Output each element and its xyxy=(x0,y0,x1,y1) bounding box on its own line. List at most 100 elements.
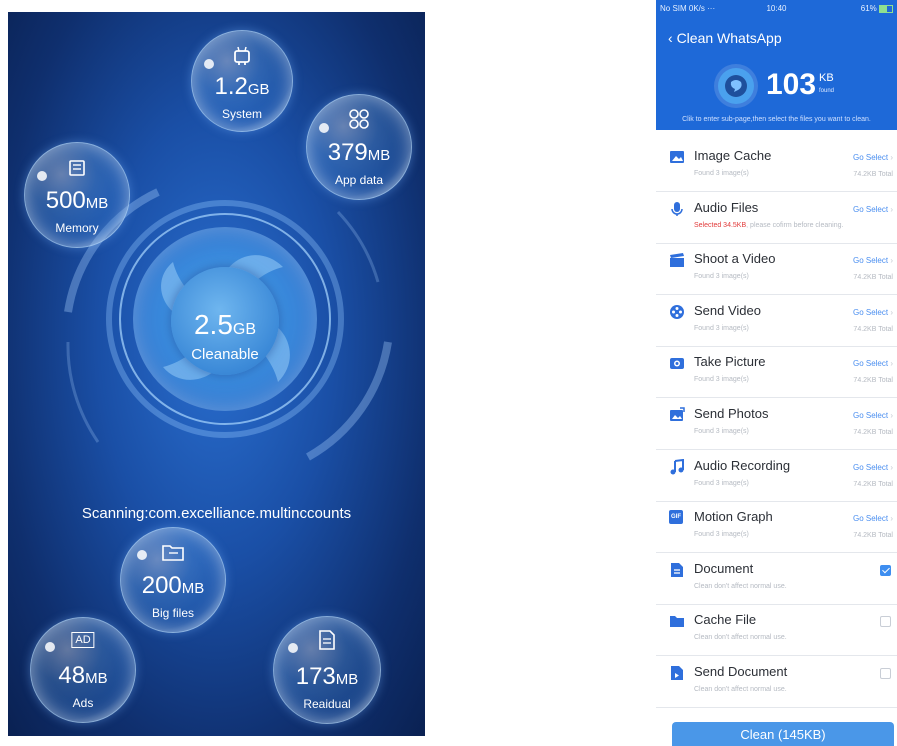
list-item-document[interactable]: Document Clean don't affect normal use. xyxy=(656,552,897,605)
cleanable-size: 2.5GB xyxy=(193,309,257,340)
header: No SIM 0K/s ··· 10:40 61% ‹ Clean WhatsA… xyxy=(656,0,897,130)
chevron-left-icon: ‹ xyxy=(668,30,673,46)
go-select-link[interactable]: Go Select › xyxy=(853,463,893,472)
item-title: Audio Recording xyxy=(694,457,791,473)
chevron-right-icon: › xyxy=(888,514,893,524)
confirm-text: , please cofirm before cleaning. xyxy=(746,221,844,229)
chevron-right-icon: › xyxy=(888,153,893,162)
go-select-label: Go Select xyxy=(852,153,889,162)
list-item-send-photos[interactable]: Send Photos Found 3 image(s) Go Select › 74… xyxy=(656,397,897,450)
item-title: Shoot a Video xyxy=(694,251,776,267)
go-select-link[interactable]: Go Select › xyxy=(853,411,893,420)
list-item-send-video[interactable]: Send Video Found 3 image(s) Go Select › 74.… xyxy=(656,294,897,347)
go-select-link[interactable]: Go Select › xyxy=(853,359,893,368)
item-subtitle: Found 3 image(s) xyxy=(694,324,749,332)
item-total-size: 74.2KB Total xyxy=(853,480,893,488)
item-subtitle: Found 3 image(s) xyxy=(694,428,749,435)
music-note-icon xyxy=(669,458,685,475)
scanning-status: Scanning:com.excelliance.multinccounts xyxy=(81,505,352,522)
residual-size: 173MB xyxy=(295,663,359,690)
checkbox[interactable] xyxy=(880,564,891,576)
go-select-label: Go Select xyxy=(852,514,889,524)
image-icon xyxy=(669,149,685,165)
go-select-link[interactable]: Go Select › xyxy=(853,256,893,265)
chevron-right-icon: › xyxy=(888,307,893,317)
bubble-app-data[interactable]: 379MB App data xyxy=(306,94,412,200)
clean-button[interactable]: Clean (145KB) xyxy=(672,722,894,746)
bubble-residual[interactable]: 173MB Reaidual xyxy=(273,616,381,724)
memory-chip-icon xyxy=(69,160,85,176)
folder-icon xyxy=(162,545,184,561)
checkbox[interactable] xyxy=(880,616,891,628)
found-size-value: 103 xyxy=(766,68,817,101)
go-select-link[interactable]: Go Select › xyxy=(853,205,893,214)
document-send-icon xyxy=(669,665,685,681)
item-total-size: 74.2KB Total xyxy=(853,532,893,540)
item-subtitle: Clean don't affect normal use. xyxy=(694,582,787,590)
bubble-ads[interactable]: AD 48MB Ads xyxy=(30,617,136,723)
found-label: found xyxy=(819,88,835,94)
go-select-label: Go Select xyxy=(852,204,889,214)
go-select-label: Go Select xyxy=(852,307,889,317)
big-files-label: Big files xyxy=(151,606,195,620)
camera-icon xyxy=(669,355,685,371)
back-button[interactable]: ‹ Clean WhatsApp xyxy=(668,30,782,46)
chevron-right-icon: › xyxy=(888,411,893,420)
list-item-audio-recording[interactable]: Audio Recording Found 3 image(s) Go Select… xyxy=(656,449,897,502)
list-item-shoot-a-video[interactable]: Shoot a Video Found 3 image(s) Go Select ›… xyxy=(656,242,897,296)
app-data-size: 379MB xyxy=(327,139,391,166)
document-icon xyxy=(319,630,335,650)
checkbox[interactable] xyxy=(880,668,891,679)
list-item-image-cache[interactable]: Image Cache Found 3 image(s) Go Select › 74… xyxy=(656,139,897,192)
go-select-link[interactable]: Go Select › xyxy=(853,153,893,162)
go-select-link[interactable]: Go Select › xyxy=(853,308,893,317)
clapper-icon xyxy=(669,252,685,268)
item-title: Audio Files xyxy=(694,199,759,215)
item-total-size: 74.2KB Total xyxy=(853,274,893,282)
list-item-take-picture[interactable]: Take Picture Found 3 image(s) Go Select › 7… xyxy=(656,345,897,399)
item-total-size: 74.2KB Total xyxy=(853,429,893,436)
gif-icon: GIF xyxy=(669,510,685,526)
item-subtitle: Found 3 image(s) xyxy=(694,273,749,281)
battery-status: 61% xyxy=(861,4,893,13)
bubble-system[interactable]: 1.2GB System xyxy=(191,30,293,132)
go-select-link[interactable]: Go Select › xyxy=(853,514,893,523)
list-item-audio-files[interactable]: Audio Files Selected 34.5KB, please cofir… xyxy=(656,191,897,244)
bubble-memory[interactable]: 500MB Memory xyxy=(24,142,130,248)
list-item-send-document[interactable]: Send Document Clean don't affect normal u… xyxy=(656,655,897,708)
item-total-size: 74.2KB Total xyxy=(853,377,893,385)
found-size-unit: KB xyxy=(819,72,834,84)
item-subtitle: Found 3 image(s) xyxy=(694,170,749,177)
go-select-label: Go Select xyxy=(852,256,889,266)
app-data-label: App data xyxy=(334,173,384,187)
item-title: Send Video xyxy=(694,302,761,318)
cleanable-label: Cleanable xyxy=(191,346,259,363)
folder-icon xyxy=(669,613,685,629)
ads-label: Ads xyxy=(72,696,94,710)
list-item-motion-graph[interactable]: GIF Motion Graph Found 3 image(s) Go Select… xyxy=(656,500,897,554)
page-title: Clean WhatsApp xyxy=(676,30,782,46)
item-subtitle: Found 3 image(s) xyxy=(694,531,749,539)
item-title: Image Cache xyxy=(694,148,772,163)
clean-whatsapp-screen: No SIM 0K/s ··· 10:40 61% ‹ Clean WhatsA… xyxy=(656,0,897,746)
bubble-big-files[interactable]: 200MB Big files xyxy=(120,527,226,633)
storage-scan-panel: 2.5GB Cleanable 1.2GB System 379MB App d… xyxy=(8,12,425,736)
chevron-right-icon: › xyxy=(888,256,893,266)
status-bar: No SIM 0K/s ··· 10:40 61% xyxy=(660,4,893,16)
item-title: Take Picture xyxy=(694,354,766,370)
item-subtitle: Selected 34.5KB, please cofirm before cl… xyxy=(694,222,843,229)
memory-size: 500MB xyxy=(45,187,109,214)
item-title: Send Document xyxy=(694,664,788,679)
list-item-cache-file[interactable]: Cache File Clean don't affect normal use. xyxy=(656,603,897,657)
photo-send-icon xyxy=(669,407,685,423)
whatsapp-clean-icon xyxy=(718,68,754,104)
system-size: 1.2GB xyxy=(214,73,270,100)
chevron-right-icon: › xyxy=(888,462,893,472)
film-reel-icon xyxy=(669,304,685,320)
selected-size-text: Selected 34.5KB xyxy=(694,221,747,229)
residual-label: Reaidual xyxy=(303,697,351,711)
item-title: Document xyxy=(694,560,754,576)
system-label: System xyxy=(221,107,262,121)
go-select-label: Go Select xyxy=(852,411,889,420)
document-icon xyxy=(669,562,685,578)
